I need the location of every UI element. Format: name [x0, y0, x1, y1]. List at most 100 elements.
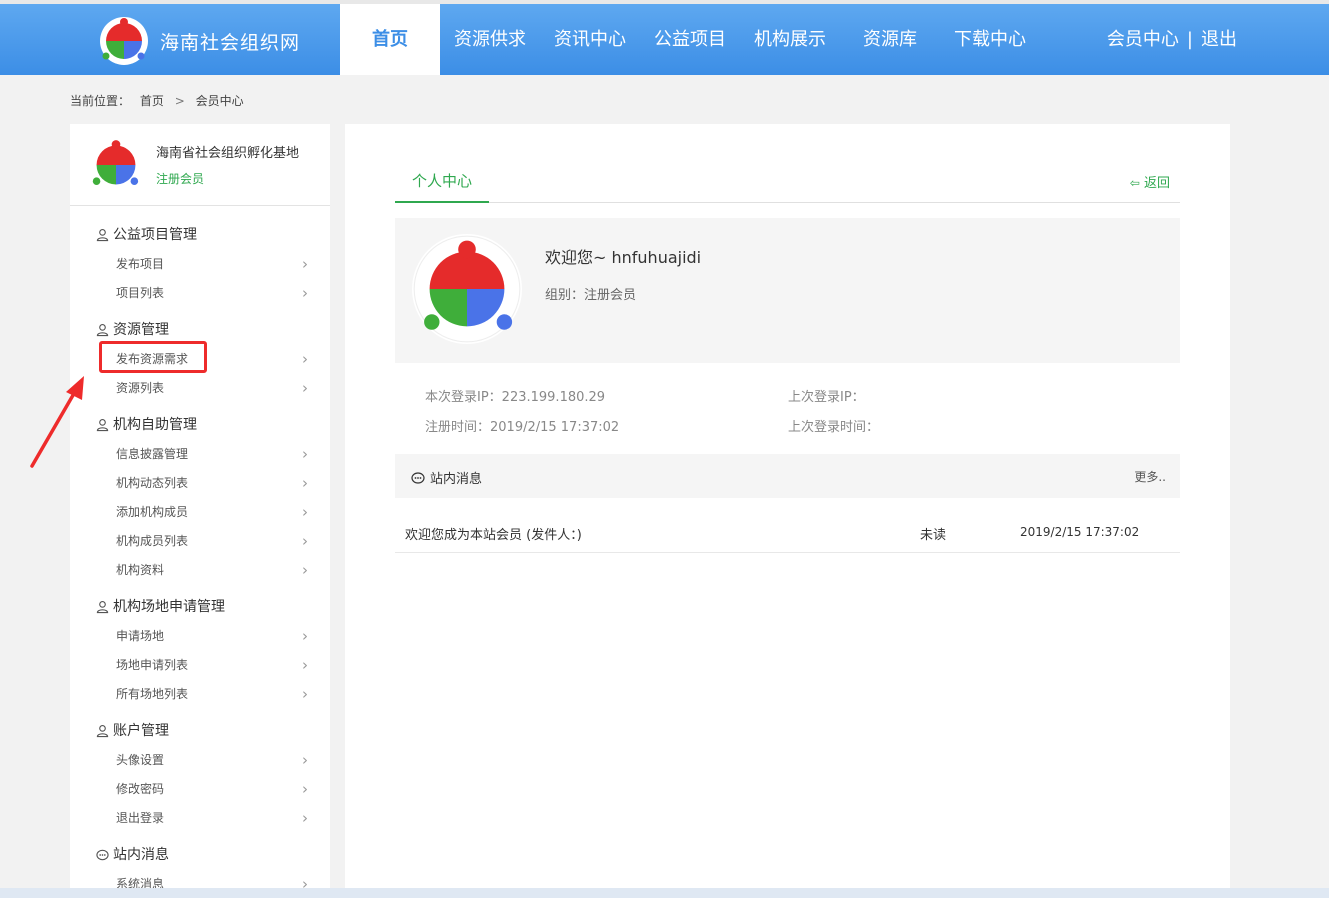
last-login-ip: 上次登录IP：	[788, 390, 865, 405]
chevron-right-icon: ›	[302, 503, 308, 521]
chevron-right-icon: ›	[302, 474, 308, 492]
menu-item-label: 项目列表	[116, 286, 165, 300]
user-icon	[96, 229, 109, 242]
welcome-card: 欢迎您~ hnfuhuajidi 组别：注册会员	[395, 218, 1180, 363]
user-icon	[96, 725, 109, 738]
chat-icon	[96, 849, 109, 861]
site-logo[interactable]: 海南社会组织网	[98, 16, 300, 66]
member-sidebar: 海南省社会组织孵化基地 注册会员 公益项目管理 发布项目 › 项目列表 › 资源管理…	[70, 124, 330, 898]
menu-all-venues-list[interactable]: 所有场地列表 ›	[70, 680, 330, 709]
group-title-text: 资源管理	[113, 322, 169, 338]
menu-group-site-messages: 站内消息	[70, 840, 330, 870]
menu-group-public-projects: 公益项目管理	[70, 220, 330, 250]
chevron-right-icon: ›	[302, 780, 308, 798]
member-main-panel: 个人中心 ⇦ 返回 欢迎您~ hnfuhuajidi 组别：注册会员 本次登录I…	[345, 124, 1230, 898]
user-icon	[96, 601, 109, 614]
menu-group-org-self-service: 机构自助管理	[70, 410, 330, 440]
menu-org-profile[interactable]: 机构资料 ›	[70, 556, 330, 585]
menu-item-label: 退出登录	[116, 811, 165, 825]
menu-publish-resource-demand[interactable]: 发布资源需求 ›	[70, 345, 330, 374]
messages-header: 站内消息 更多..	[395, 454, 1180, 498]
user-avatar[interactable]	[412, 234, 522, 344]
nav-resource-supply[interactable]: 资源供求	[440, 4, 540, 75]
nav-news-center[interactable]: 资讯中心	[540, 4, 640, 75]
chevron-right-icon: ›	[302, 284, 308, 302]
panel-tabbar: 个人中心 ⇦ 返回	[395, 166, 1180, 203]
nav-download-center[interactable]: 下载中心	[940, 4, 1040, 75]
breadcrumb-separator: >	[174, 94, 185, 108]
org-profile: 海南省社会组织孵化基地 注册会员	[70, 124, 330, 206]
nav-resource-library[interactable]: 资源库	[840, 4, 940, 75]
menu-change-password[interactable]: 修改密码 ›	[70, 775, 330, 804]
login-ip: 本次登录IP：223.199.180.29	[425, 390, 606, 405]
welcome-text: 欢迎您~ hnfuhuajidi	[545, 248, 702, 267]
menu-item-label: 发布项目	[116, 257, 165, 271]
menu-project-list[interactable]: 项目列表 ›	[70, 279, 330, 308]
menu-org-news-list[interactable]: 机构动态列表 ›	[70, 469, 330, 498]
menu-group-venue-application: 机构场地申请管理	[70, 592, 330, 622]
chat-icon	[411, 471, 425, 484]
menu-add-org-member[interactable]: 添加机构成员 ›	[70, 498, 330, 527]
group-title-text: 机构场地申请管理	[113, 599, 225, 615]
menu-group-account: 账户管理	[70, 716, 330, 746]
main-nav: 首页 资源供求 资讯中心 公益项目 机构展示 资源库 下载中心	[340, 4, 1040, 75]
menu-item-label: 添加机构成员	[116, 505, 189, 519]
tab-personal-center[interactable]: 个人中心	[395, 166, 489, 203]
menu-avatar-settings[interactable]: 头像设置 ›	[70, 746, 330, 775]
menu-org-member-list[interactable]: 机构成员列表 ›	[70, 527, 330, 556]
more-messages-link[interactable]: 更多..	[1134, 468, 1166, 485]
chevron-right-icon: ›	[302, 532, 308, 550]
breadcrumb-current: 会员中心	[195, 94, 244, 108]
menu-item-label: 机构动态列表	[116, 476, 189, 490]
member-links: 会员中心 | 退出	[1107, 4, 1237, 75]
menu-item-label: 修改密码	[116, 782, 165, 796]
menu-item-label: 机构成员列表	[116, 534, 189, 548]
breadcrumb-prefix: 当前位置：	[70, 94, 131, 108]
top-navigation-bar: 海南社会组织网 首页 资源供求 资讯中心 公益项目 机构展示 资源库 下载中心 …	[0, 0, 1329, 75]
message-row[interactable]: 欢迎您成为本站会员 (发件人：) 未读 2019/2/15 17:37:02	[395, 514, 1180, 553]
group-title-text: 机构自助管理	[113, 417, 197, 433]
chevron-right-icon: ›	[302, 561, 308, 579]
menu-item-label: 头像设置	[116, 753, 165, 767]
menu-apply-venue[interactable]: 申请场地 ›	[70, 622, 330, 651]
group-title-text: 账户管理	[113, 723, 169, 739]
logout-link[interactable]: 退出	[1201, 29, 1237, 50]
org-avatar	[92, 139, 139, 185]
group-title-text: 站内消息	[113, 847, 169, 863]
message-time: 2019/2/15 17:37:02	[1020, 525, 1140, 539]
nav-home[interactable]: 首页	[340, 4, 440, 75]
messages-title-text: 站内消息	[430, 472, 483, 487]
menu-item-label: 场地申请列表	[116, 658, 189, 672]
chevron-right-icon: ›	[302, 809, 308, 827]
menu-item-label: 申请场地	[116, 629, 165, 643]
messages-title: 站内消息	[411, 468, 482, 487]
menu-item-label: 所有场地列表	[116, 687, 189, 701]
back-arrow-icon: ⇦	[1129, 176, 1140, 190]
back-label: 返回	[1143, 176, 1170, 191]
message-content[interactable]: 欢迎您成为本站会员 (发件人：)	[405, 524, 582, 543]
puzzle-avatar-icon	[413, 235, 521, 343]
user-icon	[96, 324, 109, 337]
chevron-right-icon: ›	[302, 445, 308, 463]
menu-info-disclosure[interactable]: 信息披露管理 ›	[70, 440, 330, 469]
user-group: 组别：注册会员	[545, 288, 637, 303]
member-center-link[interactable]: 会员中心	[1107, 29, 1179, 50]
nav-public-projects[interactable]: 公益项目	[640, 4, 740, 75]
register-time: 注册时间：2019/2/15 17:37:02	[425, 420, 620, 435]
link-separator: |	[1186, 29, 1193, 50]
back-button[interactable]: ⇦ 返回	[1130, 172, 1170, 191]
chevron-right-icon: ›	[302, 379, 308, 397]
window-bottom-strip	[0, 888, 1329, 898]
menu-logout[interactable]: 退出登录 ›	[70, 804, 330, 833]
sidebar-menu: 公益项目管理 发布项目 › 项目列表 › 资源管理 发布资源需求 › 资源列表 › 机构…	[70, 206, 330, 898]
user-icon	[96, 419, 109, 432]
breadcrumb-home[interactable]: 首页	[140, 94, 164, 108]
menu-publish-project[interactable]: 发布项目 ›	[70, 250, 330, 279]
group-title-text: 公益项目管理	[113, 227, 197, 243]
last-login-time: 上次登录时间：	[788, 420, 880, 435]
menu-resource-list[interactable]: 资源列表 ›	[70, 374, 330, 403]
message-status: 未读	[920, 528, 947, 543]
site-name: 海南社会组织网	[160, 31, 301, 54]
nav-org-showcase[interactable]: 机构展示	[740, 4, 840, 75]
menu-venue-application-list[interactable]: 场地申请列表 ›	[70, 651, 330, 680]
